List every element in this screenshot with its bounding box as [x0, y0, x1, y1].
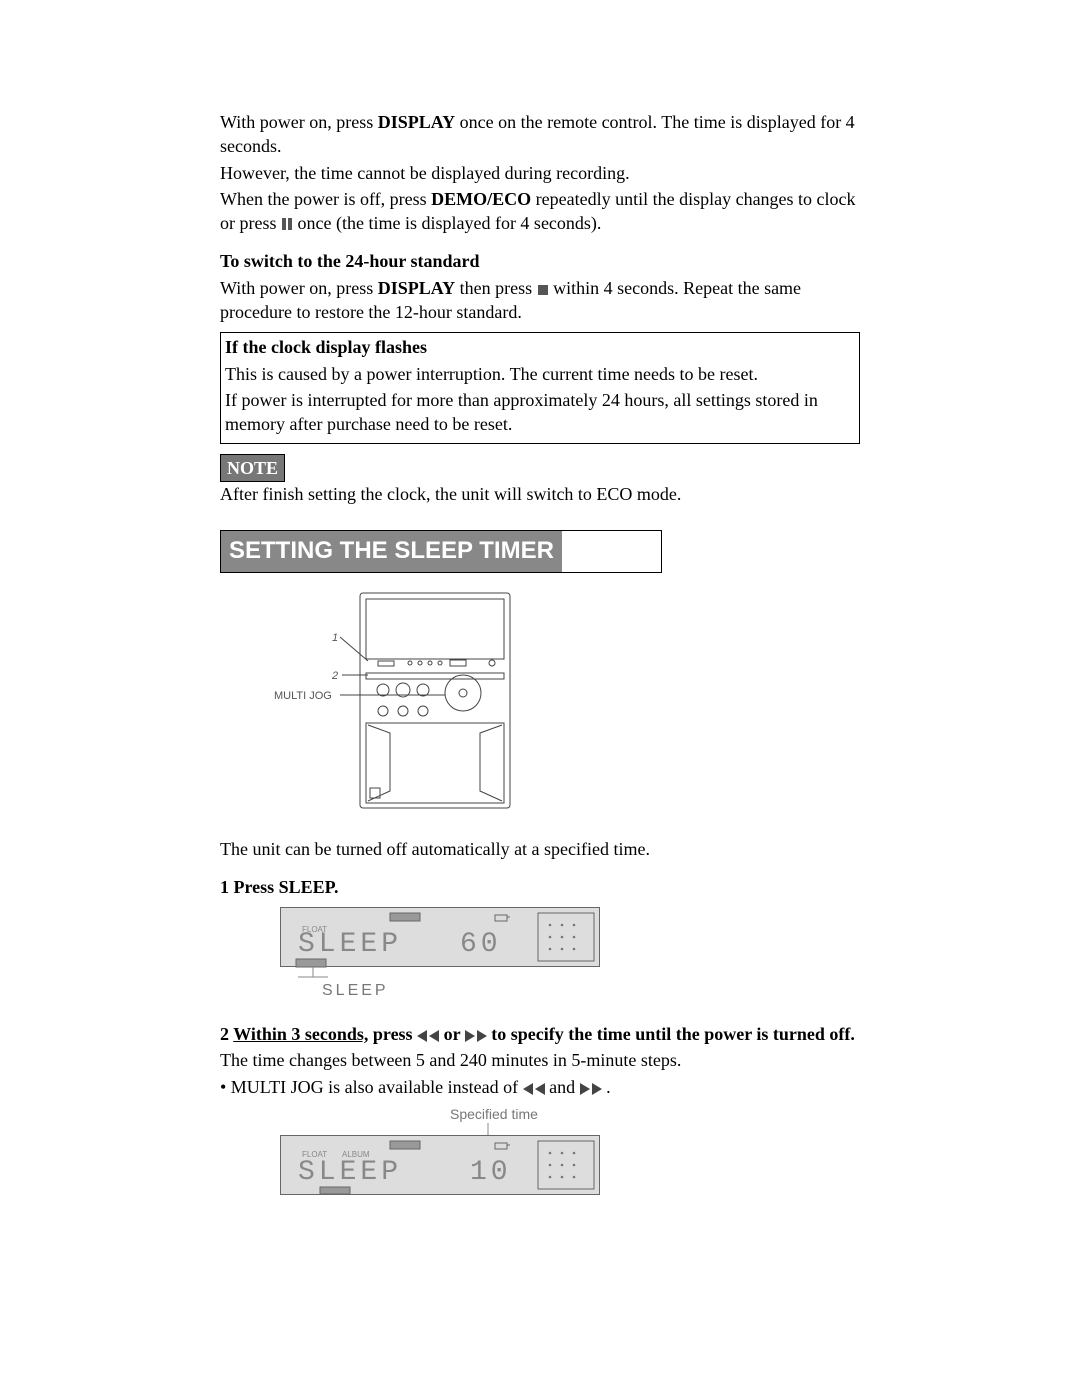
- paragraph: The time changes between 5 and 240 minut…: [220, 1048, 860, 1072]
- rewind-icon: [417, 1030, 439, 1042]
- svg-text:FLOAT: FLOAT: [302, 925, 327, 934]
- paragraph: With power on, press DISPLAY once on the…: [220, 110, 860, 159]
- svg-text:FLOAT: FLOAT: [302, 1150, 327, 1159]
- subheading: To switch to the 24-hour standard: [220, 249, 860, 273]
- svg-text:10: 10: [470, 1157, 512, 1188]
- paragraph: With power on, press DISPLAY then press …: [220, 276, 860, 325]
- step-heading: 2 Within 3 seconds, press or to specify …: [220, 1022, 860, 1046]
- svg-text:60: 60: [460, 929, 502, 960]
- paragraph: The unit can be turned off automatically…: [220, 837, 860, 861]
- section-header: SETTING THE SLEEP TIMER: [220, 530, 662, 572]
- multijog-label: MULTI JOG: [274, 690, 332, 702]
- rewind-icon: [523, 1083, 545, 1095]
- lcd-display-step1: SLEEP 60 FLOAT SLEEP: [280, 907, 600, 1002]
- svg-text:ALBUM: ALBUM: [342, 1150, 370, 1159]
- pause-icon: [281, 217, 293, 231]
- svg-text:SLEEP: SLEEP: [322, 982, 389, 999]
- svg-text:Specified time: Specified time: [450, 1107, 538, 1122]
- svg-text:SLEEP: SLEEP: [298, 1157, 402, 1188]
- paragraph: • MULTI JOG is also available instead of…: [220, 1075, 860, 1099]
- fast-forward-icon: [465, 1030, 487, 1042]
- callout-2: 2: [331, 670, 338, 682]
- info-box: If the clock display flashes This is cau…: [220, 332, 860, 443]
- callout-1: 1: [332, 632, 338, 644]
- note-label: NOTE: [220, 454, 285, 482]
- lcd-display-step2: Specified time SLEEP 10 FLOAT ALBUM: [280, 1107, 600, 1197]
- paragraph: After finish setting the clock, the unit…: [220, 482, 860, 506]
- stop-icon: [537, 284, 549, 296]
- device-illustration: 1 2 MULTI JOG: [270, 583, 520, 823]
- fast-forward-icon: [580, 1083, 602, 1095]
- paragraph: When the power is off, press DEMO/ECO re…: [220, 187, 860, 236]
- paragraph: However, the time cannot be displayed du…: [220, 161, 860, 185]
- step-heading: 1 Press SLEEP.: [220, 875, 860, 899]
